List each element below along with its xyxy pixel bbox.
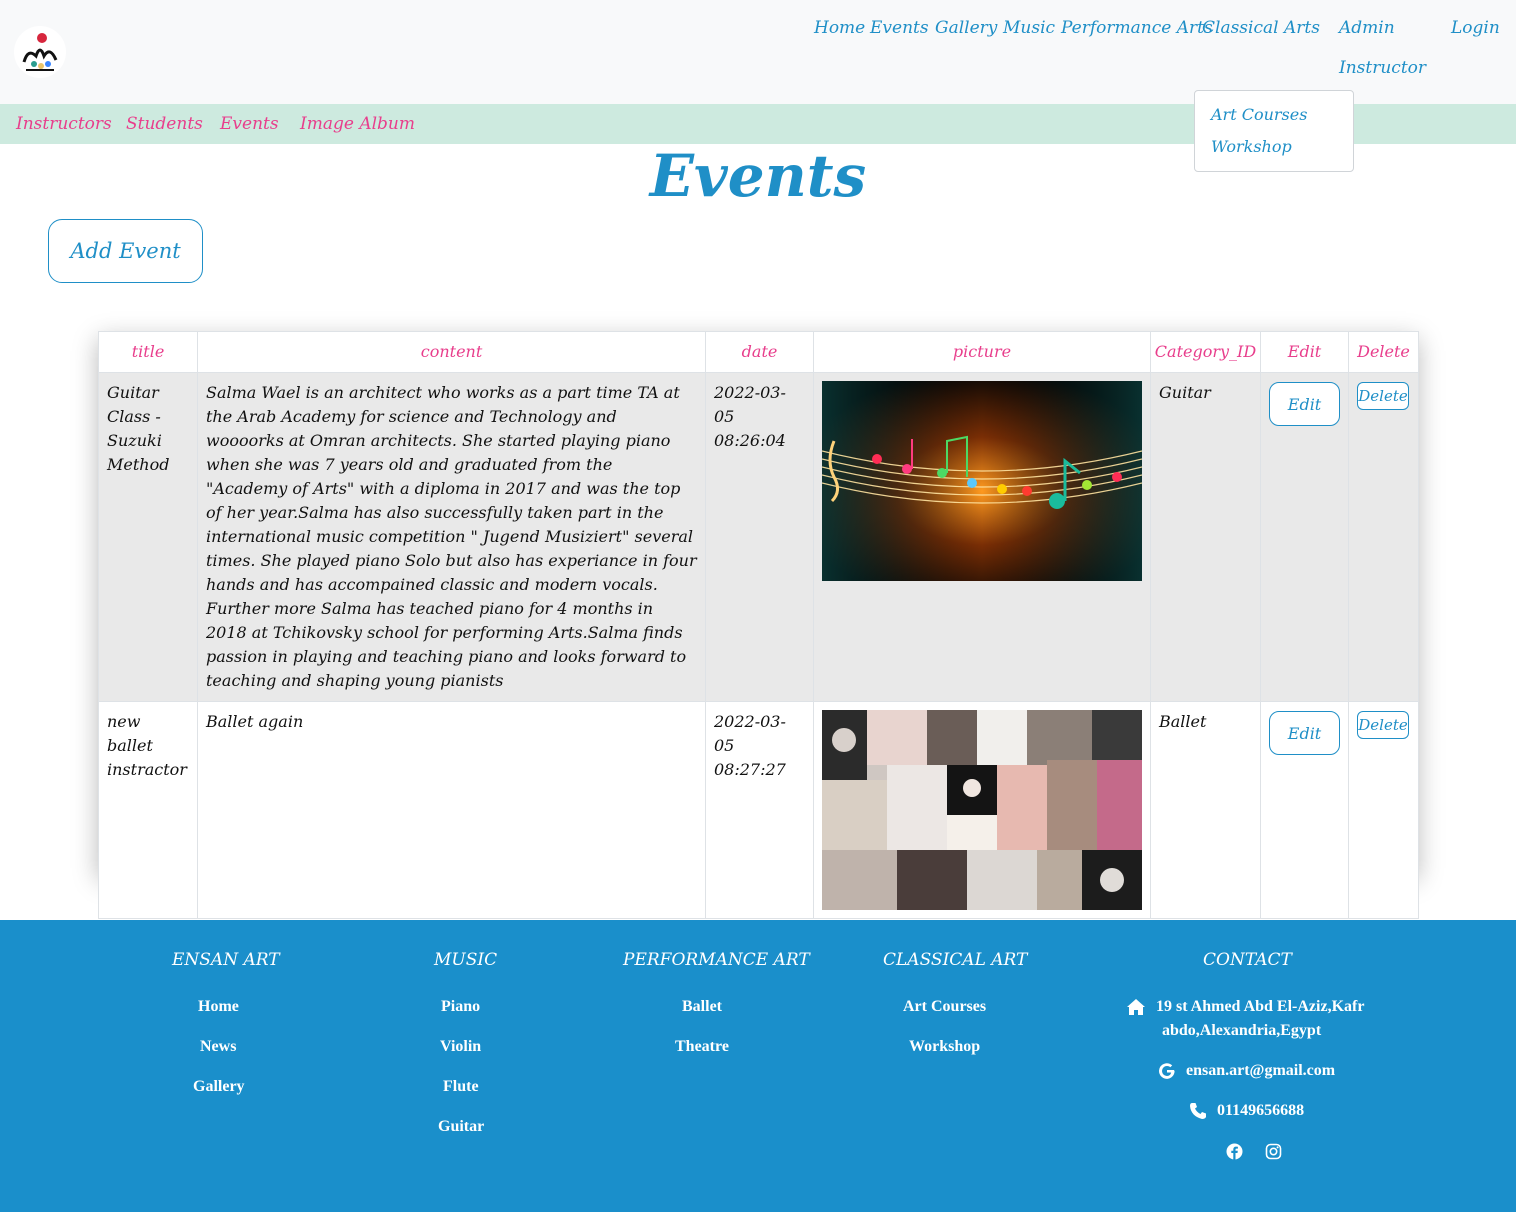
header-category-id: Category_ID bbox=[1150, 331, 1261, 373]
header-delete: Delete bbox=[1348, 331, 1419, 373]
footer-heading-music: MUSIC bbox=[434, 950, 498, 970]
instagram-icon bbox=[1265, 1143, 1282, 1160]
add-event-button[interactable]: Add Event bbox=[48, 219, 203, 283]
cell-title: new ballet instractor bbox=[98, 701, 198, 919]
google-icon bbox=[1159, 1063, 1175, 1080]
table-row: new ballet instractor Ballet again 2022-… bbox=[98, 701, 1419, 919]
cell-date: 2022-03-05 08:27:27 bbox=[705, 701, 814, 919]
cell-date: 2022-03-05 08:26:04 bbox=[705, 372, 814, 702]
footer-heading-classical-art: CLASSICAL ART bbox=[883, 950, 1028, 970]
ballet-collage-image bbox=[822, 710, 1142, 910]
footer-link-home[interactable]: Home bbox=[198, 998, 239, 1016]
footer-link-news[interactable]: News bbox=[200, 1038, 236, 1056]
table-row: Guitar Class - Suzuki Method Salma Wael … bbox=[98, 372, 1419, 702]
footer-link-workshop[interactable]: Workshop bbox=[909, 1038, 980, 1056]
footer-link-theatre[interactable]: Theatre bbox=[675, 1038, 729, 1056]
nav-home[interactable]: Home bbox=[814, 18, 865, 38]
subnav-instructors[interactable]: Instructors bbox=[16, 114, 112, 134]
cell-category: Ballet bbox=[1150, 701, 1261, 919]
footer-link-art-courses[interactable]: Art Courses bbox=[903, 998, 986, 1016]
nav-instructor[interactable]: Instructor bbox=[1339, 58, 1426, 78]
contact-address: 19 st Ahmed Abd El-Aziz,Kafr bbox=[1126, 998, 1364, 1016]
nav-admin[interactable]: Admin bbox=[1339, 18, 1395, 38]
subnav-events[interactable]: Events bbox=[220, 114, 279, 134]
cell-delete: Delete bbox=[1348, 372, 1419, 702]
contact-phone: 01149656688 bbox=[1189, 1102, 1304, 1120]
dropdown-workshop[interactable]: Workshop bbox=[1211, 137, 1292, 156]
cell-title: Guitar Class - Suzuki Method bbox=[98, 372, 198, 702]
header-title: title bbox=[98, 331, 198, 373]
logo-icon bbox=[15, 27, 65, 77]
nav-gallery[interactable]: Gallery bbox=[935, 18, 997, 38]
nav-events[interactable]: Events bbox=[870, 18, 929, 38]
events-table: title content date picture Category_ID E… bbox=[98, 331, 1419, 919]
cell-category: Guitar bbox=[1150, 372, 1261, 702]
nav-login[interactable]: Login bbox=[1451, 18, 1500, 38]
contact-phone-text: 01149656688 bbox=[1217, 1102, 1305, 1119]
cell-content: Salma Wael is an architect who works as … bbox=[197, 372, 706, 702]
contact-address-line1: 19 st Ahmed Abd El-Aziz,Kafr bbox=[1156, 998, 1365, 1015]
phone-icon bbox=[1190, 1103, 1206, 1120]
footer-link-violin[interactable]: Violin bbox=[440, 1038, 481, 1056]
footer-link-piano[interactable]: Piano bbox=[441, 998, 480, 1016]
footer-link-gallery[interactable]: Gallery bbox=[193, 1078, 245, 1096]
footer-link-ballet[interactable]: Ballet bbox=[682, 998, 722, 1016]
classical-arts-dropdown: Art Courses Workshop bbox=[1194, 90, 1354, 172]
footer-link-flute[interactable]: Flute bbox=[443, 1078, 479, 1096]
nav-music[interactable]: Music bbox=[1003, 18, 1055, 38]
cell-edit: Edit bbox=[1260, 701, 1349, 919]
nav-performance-arts[interactable]: Performance Arts bbox=[1061, 18, 1213, 38]
subnav-image-album[interactable]: Image Album bbox=[300, 114, 415, 134]
footer-heading-contact: CONTACT bbox=[1203, 950, 1292, 970]
facebook-link[interactable] bbox=[1226, 1143, 1243, 1164]
delete-button[interactable]: Delete bbox=[1357, 711, 1409, 739]
footer-link-guitar[interactable]: Guitar bbox=[438, 1118, 484, 1136]
cell-content: Ballet again bbox=[197, 701, 706, 919]
site-footer: ENSAN ART Home News Gallery MUSIC Piano … bbox=[0, 920, 1516, 1212]
music-notes-image bbox=[822, 381, 1142, 581]
header-date: date bbox=[705, 331, 814, 373]
header-content: content bbox=[197, 331, 706, 373]
cell-picture bbox=[813, 372, 1151, 702]
subnav-students[interactable]: Students bbox=[126, 114, 203, 134]
cell-edit: Edit bbox=[1260, 372, 1349, 702]
table-header-row: title content date picture Category_ID E… bbox=[98, 331, 1419, 373]
delete-button[interactable]: Delete bbox=[1357, 382, 1409, 410]
header-edit: Edit bbox=[1260, 331, 1349, 373]
facebook-icon bbox=[1226, 1143, 1243, 1160]
logo[interactable] bbox=[14, 26, 66, 78]
cell-picture bbox=[813, 701, 1151, 919]
footer-heading-ensan-art: ENSAN ART bbox=[172, 950, 280, 970]
contact-email-text[interactable]: ensan.art@gmail.com bbox=[1186, 1062, 1335, 1079]
footer-heading-performance-art: PERFORMANCE ART bbox=[623, 950, 810, 970]
top-navbar: Home Events Gallery Music Performance Ar… bbox=[0, 0, 1516, 104]
contact-address-line2: abdo,Alexandria,Egypt bbox=[1162, 1022, 1322, 1039]
edit-button[interactable]: Edit bbox=[1269, 382, 1340, 426]
edit-button[interactable]: Edit bbox=[1269, 711, 1340, 755]
cell-delete: Delete bbox=[1348, 701, 1419, 919]
header-picture: picture bbox=[813, 331, 1151, 373]
dropdown-art-courses[interactable]: Art Courses bbox=[1211, 105, 1307, 124]
instagram-link[interactable] bbox=[1265, 1143, 1282, 1164]
contact-email: ensan.art@gmail.com bbox=[1158, 1062, 1335, 1080]
home-icon bbox=[1127, 999, 1145, 1016]
nav-classical-arts[interactable]: Classical Arts bbox=[1202, 18, 1320, 38]
events-table-container: title content date picture Category_ID E… bbox=[98, 331, 1419, 919]
